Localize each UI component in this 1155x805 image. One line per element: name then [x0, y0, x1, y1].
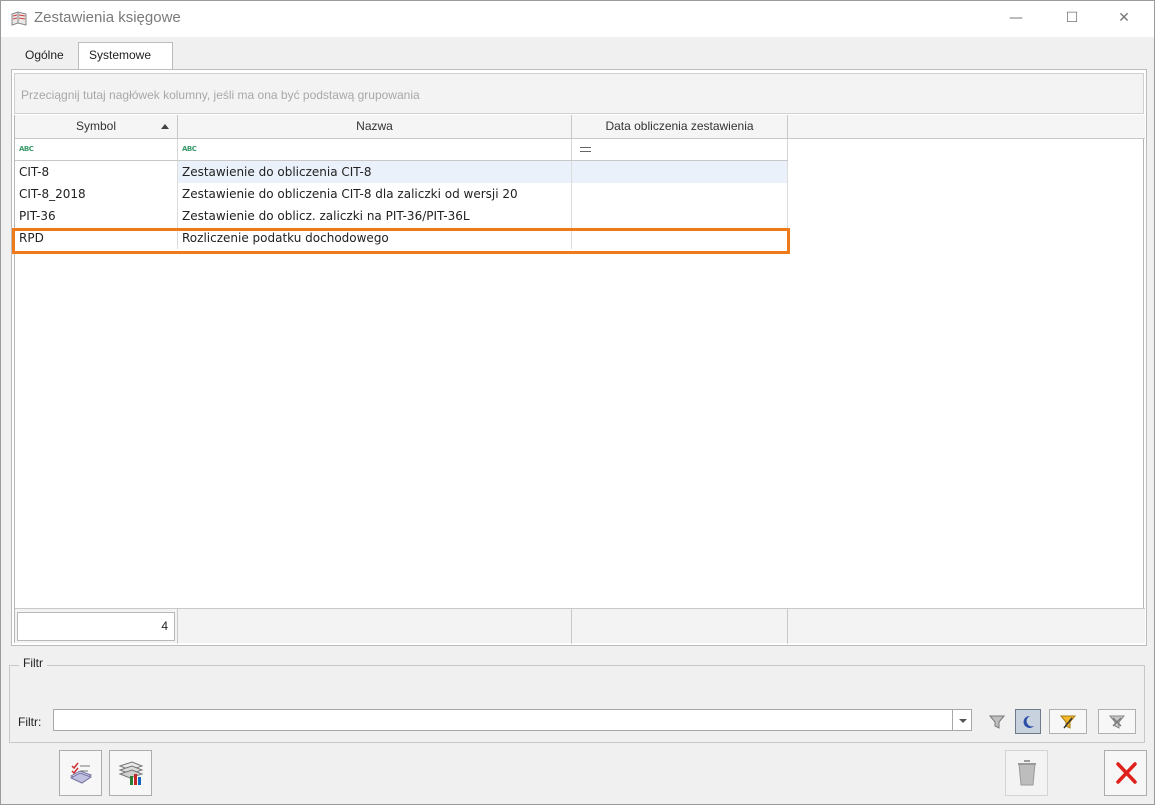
funnel-edit-icon [1059, 715, 1077, 729]
accounting-list-icon [69, 762, 92, 784]
cell-nazwa: Zestawienie do obliczenia CIT-8 [178, 161, 572, 183]
column-header-symbol[interactable]: Symbol [15, 115, 178, 139]
app-book-icon [10, 11, 28, 27]
accounting-list-button[interactable] [59, 750, 102, 796]
group-by-area[interactable]: Przeciągnij tutaj nagłówek kolumny, jeśl… [14, 73, 1144, 114]
books-icon [118, 761, 143, 785]
filter-cell-symbol[interactable]: ABC [15, 139, 178, 160]
abc-icon: ABC [182, 145, 197, 153]
filter-group-title: Filtr [19, 656, 47, 670]
table-row[interactable]: CIT-8_2018 Zestawienie do obliczenia CIT… [15, 183, 788, 205]
funnel-clear-icon [1108, 715, 1126, 729]
filter-cell-data[interactable] [572, 139, 788, 160]
cell-data [572, 183, 788, 205]
close-window-button[interactable]: ✕ [1101, 1, 1147, 35]
minimize-button[interactable]: — [993, 1, 1039, 35]
column-header-data[interactable]: Data obliczenia zestawienia [572, 115, 788, 139]
close-icon: ✕ [1118, 10, 1130, 26]
cell-data [572, 227, 788, 249]
cell-data [572, 205, 788, 227]
sort-ascending-icon [161, 124, 169, 129]
table-row[interactable]: CIT-8 Zestawienie do obliczenia CIT-8 [15, 161, 788, 183]
filter-cell-nazwa[interactable]: ABC [178, 139, 572, 160]
column-header-nazwa[interactable]: Nazwa [178, 115, 572, 139]
books-button[interactable] [109, 750, 152, 796]
tab-systemowe[interactable]: Systemowe [78, 42, 173, 70]
auto-filter-row: ABC ABC [15, 139, 788, 161]
window-title: Zestawienia księgowe [34, 9, 181, 26]
cell-symbol: RPD [15, 227, 178, 249]
footer-cell-symbol: 4 [15, 609, 178, 644]
cell-symbol: PIT-36 [15, 205, 178, 227]
apply-filter-button[interactable] [984, 709, 1010, 734]
edit-filter-button[interactable] [1049, 709, 1087, 734]
equals-icon [580, 147, 591, 152]
filter-dropdown-button[interactable] [952, 709, 972, 731]
filter-label: Filtr: [18, 715, 42, 729]
tab-ogolne[interactable]: Ogólne [15, 43, 77, 69]
cell-nazwa: Zestawienie do obliczenia CIT-8 dla zali… [178, 183, 572, 205]
title-bar: Zestawienia księgowe — ☐ ✕ [1, 1, 1154, 37]
maximize-icon: ☐ [1065, 10, 1079, 26]
table-row[interactable]: RPD Rozliczenie podatku dochodowego [15, 227, 788, 249]
clear-filter-button[interactable] [1098, 709, 1136, 734]
grid-footer: 4 [15, 608, 1145, 644]
moon-filter-button[interactable] [1015, 709, 1041, 734]
cell-symbol: CIT-8 [15, 161, 178, 183]
cell-nazwa: Rozliczenie podatku dochodowego [178, 227, 572, 249]
delete-button[interactable] [1005, 750, 1048, 796]
filter-group-box [9, 665, 1145, 743]
footer-cell-data [572, 609, 788, 644]
cell-nazwa: Zestawienie do oblicz. zaliczki na PIT-3… [178, 205, 572, 227]
maximize-button[interactable]: ☐ [1049, 1, 1095, 35]
table-row[interactable]: PIT-36 Zestawienie do oblicz. zaliczki n… [15, 205, 788, 227]
data-grid: Symbol Nazwa Data obliczenia zestawienia… [14, 115, 1145, 644]
tab-panel-systemowe: Przeciągnij tutaj nagłówek kolumny, jeśl… [11, 69, 1147, 646]
record-count: 4 [17, 612, 175, 641]
cell-symbol: CIT-8_2018 [15, 183, 178, 205]
main-window: Zestawienia księgowe — ☐ ✕ Ogólne System… [0, 0, 1155, 805]
funnel-icon [988, 715, 1006, 729]
minimize-icon: — [1009, 10, 1023, 26]
column-header-empty [788, 115, 1145, 139]
close-button[interactable] [1104, 750, 1147, 796]
close-x-icon [1115, 762, 1137, 784]
moon-filter-icon [1023, 715, 1034, 728]
footer-cell-nazwa [178, 609, 572, 644]
abc-icon: ABC [19, 145, 34, 153]
trash-icon [1017, 760, 1036, 786]
filter-input[interactable] [53, 709, 953, 731]
cell-data [572, 161, 788, 183]
group-hint: Przeciągnij tutaj nagłówek kolumny, jeśl… [21, 88, 420, 102]
